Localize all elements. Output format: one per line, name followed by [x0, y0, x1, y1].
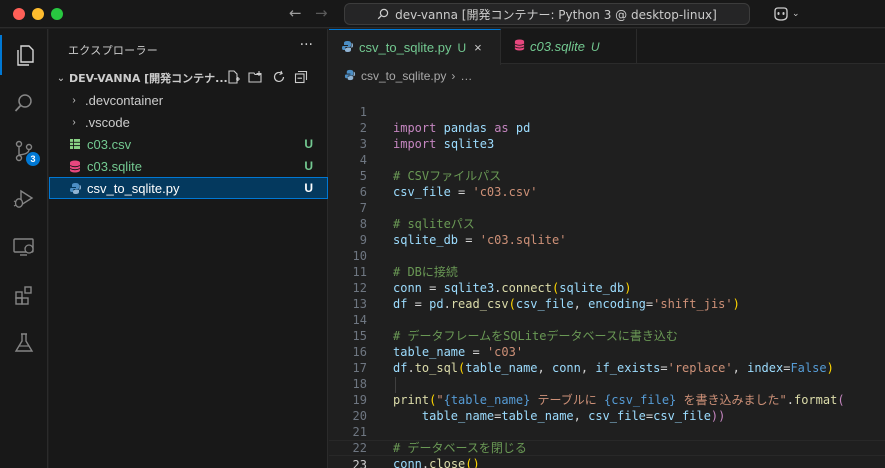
tab-csv-to-sqlite-py[interactable]: csv_to_sqlite.py U × [329, 29, 501, 65]
code-line: 2 import sqlite3 [359, 121, 495, 151]
explorer-sidebar: エクスプローラー ··· ⌄ DEV-VANNA [開発コンテナ... › .d… [49, 29, 328, 468]
code-line-current: 23 [329, 440, 885, 468]
code-line: 7 # sqliteパス [359, 201, 475, 231]
search-icon [377, 8, 389, 20]
git-status-badge: U [304, 137, 313, 151]
search-activity[interactable] [0, 83, 48, 123]
code-line: 5 csv_file = 'c03.csv' [359, 169, 538, 199]
database-file-icon [514, 39, 525, 54]
activity-bar: 3 [0, 29, 48, 468]
tree-item-c03-csv[interactable]: c03.csv U [49, 133, 328, 155]
database-file-icon [66, 160, 84, 173]
code-line: 19 table_name=table_name, csv_file=csv_f… [352, 393, 726, 423]
title-bar: ← → dev-vanna [開発コンテナー: Python 3 @ deskt… [0, 0, 885, 28]
code-line: 10 # DBに接続 [352, 249, 458, 279]
breadcrumb: csv_to_sqlite.py › … [329, 65, 885, 87]
workspace-folder-header[interactable]: ⌄ DEV-VANNA [開発コンテナ... [49, 67, 328, 89]
python-file-icon [344, 69, 356, 84]
chevron-down-icon: ⌄ [792, 9, 800, 19]
chevron-right-icon: › [72, 94, 76, 106]
tree-item-label: c03.sqlite [87, 158, 142, 174]
maximize-window-button[interactable] [51, 8, 63, 20]
code-line: 11 conn = sqlite3.connect(sqlite_db) [352, 265, 632, 295]
code-line: 3 [359, 137, 367, 151]
copilot-menu-button[interactable]: ⌄ [772, 6, 800, 22]
tab-label: c03.sqlite [530, 39, 585, 54]
chevron-right-icon: › [451, 69, 456, 83]
code-line: 6 [359, 185, 367, 199]
tree-item-label: .devcontainer [85, 92, 164, 108]
code-line: 22 conn.close() [352, 441, 480, 468]
collapse-all-icon[interactable] [294, 70, 308, 84]
remote-explorer-icon [13, 238, 34, 256]
forward-arrow-icon[interactable]: → [315, 4, 328, 22]
code-line: 1 import pandas as pd [359, 105, 531, 135]
tree-item-csv-to-sqlite-py[interactable]: csv_to_sqlite.py U [49, 177, 328, 199]
code-line: 12 df = pd.read_csv(csv_file, encoding='… [352, 281, 740, 311]
tree-item-c03-sqlite[interactable]: c03.sqlite U [49, 155, 328, 177]
code-line: 16 df.to_sql(table_name, conn, if_exists… [352, 345, 834, 375]
more-actions-icon[interactable]: ··· [300, 37, 313, 53]
code-line: 17 [352, 361, 367, 375]
tree-item-label: c03.csv [87, 136, 132, 152]
code-editor[interactable]: 1 import pandas as pd 2 import sqlite3 3… [329, 87, 885, 468]
tab-git-status: U [590, 39, 600, 54]
code-line: 13 [352, 297, 367, 311]
close-icon[interactable]: × [474, 40, 482, 55]
tab-git-status: U [457, 40, 467, 55]
new-file-icon[interactable] [226, 70, 240, 84]
command-center-label: dev-vanna [開発コンテナー: Python 3 @ desktop-l… [395, 7, 717, 22]
copilot-icon [774, 7, 788, 21]
source-control-activity[interactable]: 3 [0, 131, 48, 171]
workspace-folder-name: DEV-VANNA [開発コンテナ... [69, 72, 227, 85]
close-window-button[interactable] [13, 8, 25, 20]
flask-icon [14, 333, 34, 352]
python-file-icon [341, 40, 354, 56]
sidebar-title: エクスプローラー [68, 44, 159, 57]
git-status-badge: U [304, 159, 313, 173]
tab-c03-sqlite[interactable]: c03.sqlite U [501, 29, 637, 64]
code-line: 20 [352, 409, 367, 423]
search-icon [14, 94, 32, 112]
editor-tabs: csv_to_sqlite.py U × c03.sqlite U [329, 29, 885, 65]
code-line: 15 table_name = 'c03' [352, 329, 524, 359]
explorer-activity[interactable] [0, 35, 48, 75]
code-line: 8 sqlite_db = 'c03.sqlite' [359, 217, 567, 247]
files-icon [17, 45, 34, 66]
back-arrow-icon[interactable]: ← [289, 4, 302, 22]
code-line: 9 [359, 233, 367, 247]
tab-label: csv_to_sqlite.py [359, 40, 452, 55]
git-status-badge: U [304, 181, 313, 195]
code-line: 4 # CSVファイルパス [359, 153, 502, 183]
source-control-badge: 3 [26, 152, 40, 166]
remote-explorer-activity[interactable] [0, 227, 48, 267]
testing-activity[interactable] [0, 323, 48, 363]
code-line: 14 # データフレームをSQLiteデータベースに書き込む [352, 313, 678, 343]
tree-item-label: .vscode [85, 114, 130, 130]
code-line: 18 print("{table_name} テーブルに {csv_file} … [352, 377, 845, 407]
code-line: 21 # データベースを閉じる [352, 425, 527, 455]
python-file-icon [66, 182, 84, 195]
tree-item-devcontainer[interactable]: › .devcontainer [49, 89, 328, 111]
tree-item-label: csv_to_sqlite.py [87, 180, 180, 196]
breadcrumb-file[interactable]: csv_to_sqlite.py [361, 69, 446, 83]
tree-item-vscode[interactable]: › .vscode [49, 111, 328, 133]
chevron-right-icon: › [72, 116, 76, 128]
run-debug-icon [13, 189, 34, 208]
csv-file-icon [66, 138, 84, 150]
breadcrumb-symbols[interactable]: … [460, 69, 472, 83]
minimize-window-button[interactable] [32, 8, 44, 20]
extensions-icon [15, 286, 32, 305]
run-debug-activity[interactable] [0, 179, 48, 219]
new-folder-icon[interactable] [248, 70, 264, 84]
extensions-activity[interactable] [0, 275, 48, 315]
chevron-down-icon: ⌄ [56, 72, 66, 84]
refresh-icon[interactable] [272, 70, 286, 84]
command-center-search[interactable]: dev-vanna [開発コンテナー: Python 3 @ desktop-l… [344, 3, 750, 25]
